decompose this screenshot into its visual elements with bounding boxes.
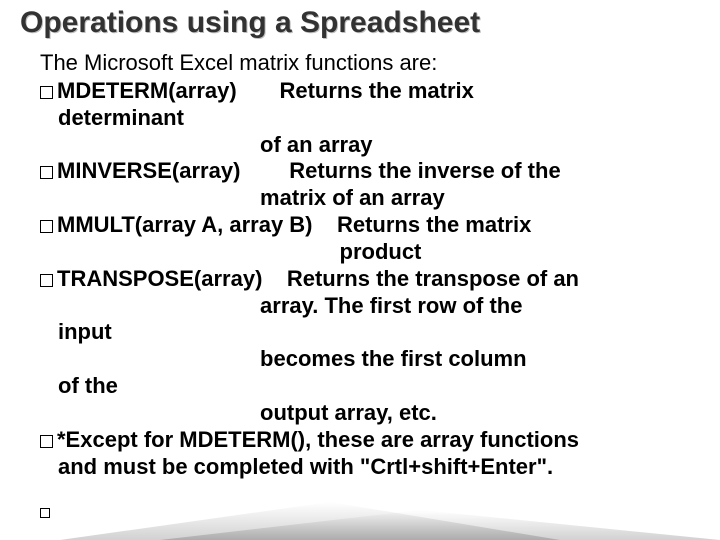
body-text: MDETERM(array) Returns the matrix determ… xyxy=(40,78,720,480)
line-transpose-5: of the xyxy=(40,373,720,400)
line-transpose: TRANSPOSE(array) Returns the transpose o… xyxy=(40,266,720,293)
bullet-icon xyxy=(40,435,53,448)
line-mdeterm-2: determinant xyxy=(40,105,720,132)
line-except-2: and must be completed with "Crtl+shift+E… xyxy=(40,454,720,481)
intro-text: The Microsoft Excel matrix functions are… xyxy=(40,50,437,76)
bullet-icon xyxy=(40,508,50,518)
line-mdeterm-3: of an array xyxy=(40,132,720,159)
decorative-shadow xyxy=(0,492,720,540)
line-mmult: MMULT(array A, array B) Returns the matr… xyxy=(40,212,720,239)
line-transpose-4: becomes the first column xyxy=(40,346,720,373)
line-transpose-2: array. The first row of the xyxy=(40,293,720,320)
bullet-icon xyxy=(40,274,53,287)
line-except: *Except for MDETERM(), these are array f… xyxy=(40,427,720,454)
bullet-icon xyxy=(40,166,53,179)
slide-title: Operations using a Spreadsheet xyxy=(20,6,480,40)
line-transpose-6: output array, etc. xyxy=(40,400,720,427)
line-minverse: MINVERSE(array) Returns the inverse of t… xyxy=(40,158,720,185)
bullet-icon xyxy=(40,86,53,99)
line-transpose-3: input xyxy=(40,319,720,346)
slide: Operations using a Spreadsheet The Micro… xyxy=(0,0,720,540)
bullet-icon xyxy=(40,220,53,233)
line-mdeterm: MDETERM(array) Returns the matrix xyxy=(40,78,720,105)
line-minverse-2: matrix of an array xyxy=(40,185,720,212)
line-mmult-2: product xyxy=(40,239,720,266)
